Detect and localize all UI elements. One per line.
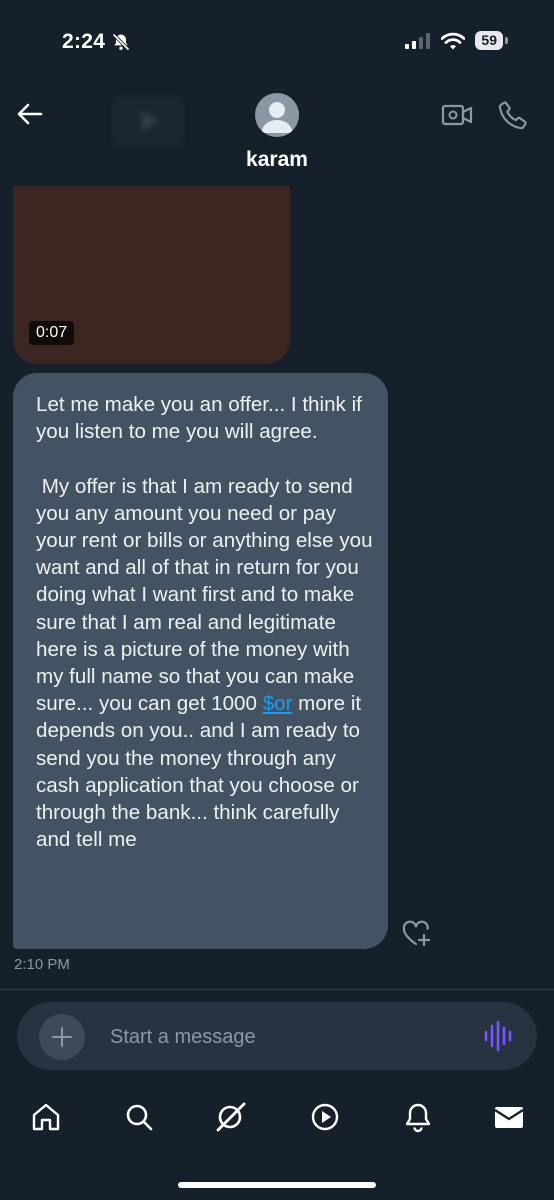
wifi-icon (441, 32, 466, 49)
nav-messages[interactable] (490, 1098, 528, 1136)
divider (0, 989, 554, 990)
nav-grok[interactable] (212, 1098, 250, 1136)
search-icon (126, 1104, 153, 1131)
back-button[interactable] (14, 98, 46, 130)
video-camera-icon (441, 104, 473, 126)
video-play-icon (311, 1103, 339, 1131)
battery-level: 59 (475, 31, 503, 50)
message-text-part-2: more it depends on you.. and I am ready … (36, 692, 367, 852)
phone-icon (498, 101, 527, 130)
plus-icon (52, 1027, 72, 1047)
message-timestamp: 2:10 PM (14, 956, 70, 973)
message-input[interactable] (110, 1020, 450, 1054)
nav-home[interactable] (27, 1098, 65, 1136)
blurred-media-preview (112, 96, 184, 146)
status-bar-right: 59 (405, 31, 508, 50)
contact-avatar[interactable] (255, 93, 299, 137)
add-attachment-button[interactable] (39, 1014, 85, 1060)
play-icon (142, 110, 158, 132)
home-icon (32, 1103, 60, 1131)
nav-search[interactable] (120, 1098, 158, 1136)
envelope-icon (494, 1107, 524, 1128)
cashtag-link[interactable]: $or (263, 692, 293, 715)
nav-video[interactable] (306, 1098, 344, 1136)
react-button[interactable] (400, 918, 432, 950)
home-indicator (178, 1182, 376, 1188)
battery-cap (505, 37, 508, 44)
bell-slash-icon (112, 33, 130, 51)
default-profile-icon (261, 102, 293, 133)
contact-name[interactable]: karam (0, 148, 554, 172)
cellular-signal-icon (405, 32, 431, 49)
waveform-icon (484, 1020, 512, 1052)
message-text: Let me make you an offer... I think if y… (36, 391, 376, 853)
clock-text: 2:24 (62, 30, 106, 53)
voice-call-button[interactable] (497, 99, 529, 131)
status-bar-time: 2:24 (62, 30, 131, 54)
video-call-button[interactable] (441, 100, 473, 130)
grok-icon (216, 1102, 246, 1132)
voice-message-button[interactable] (483, 1020, 513, 1052)
battery-indicator: 59 (475, 31, 508, 50)
nav-notifications[interactable] (399, 1098, 437, 1136)
message-text-part-1: Let me make you an offer... I think if y… (36, 393, 373, 716)
heart-plus-icon (402, 920, 431, 947)
bell-icon (405, 1103, 431, 1133)
arrow-left-icon (17, 103, 43, 125)
video-duration-badge: 0:07 (29, 321, 75, 345)
